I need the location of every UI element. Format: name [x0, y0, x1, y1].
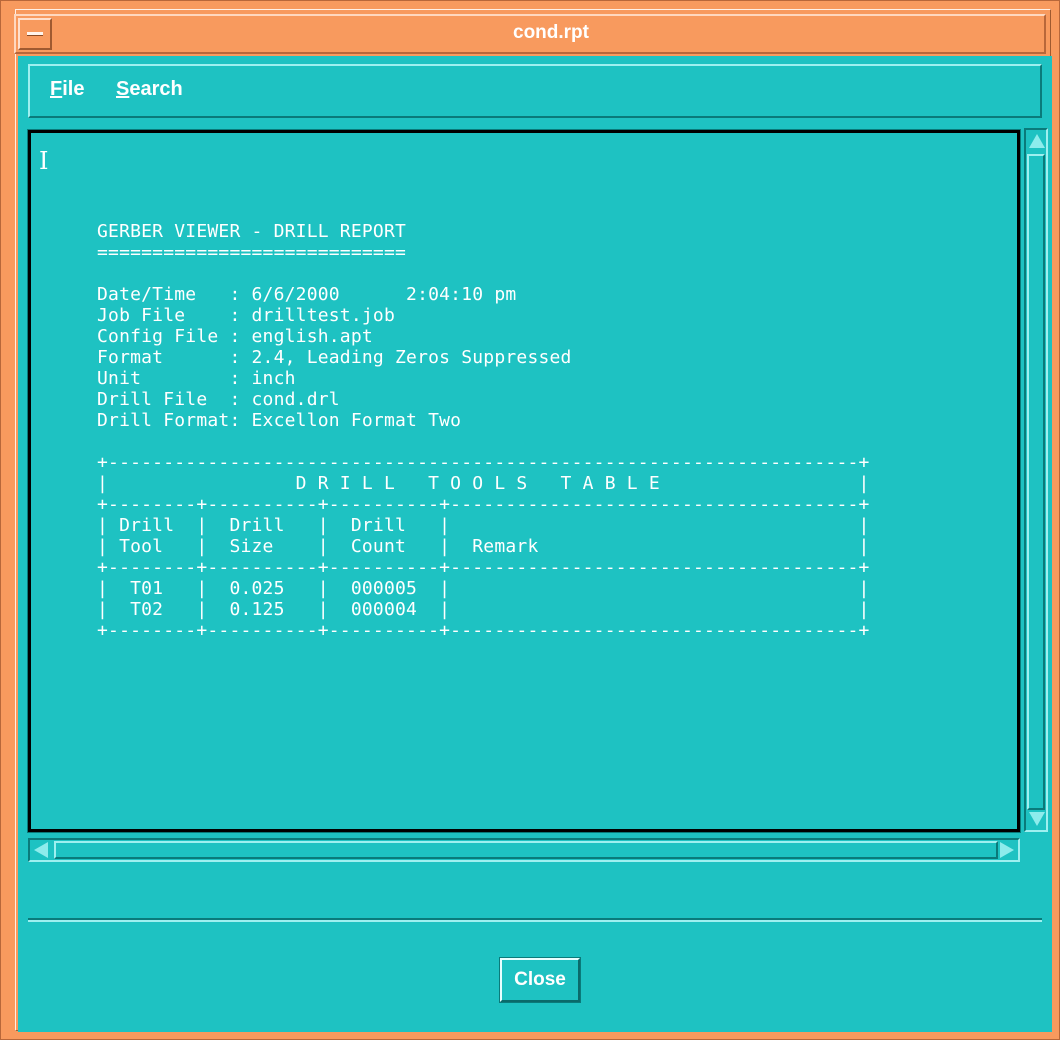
scroll-up-arrow-icon[interactable]: [1029, 134, 1045, 148]
menu-file-label: ile: [62, 78, 85, 100]
close-button[interactable]: Close: [499, 957, 581, 1003]
window-menu-icon: [27, 32, 43, 36]
report-line: +--------+----------+----------+--------…: [97, 620, 870, 641]
menu-file[interactable]: File: [50, 76, 84, 102]
report-line: Job File : drilltest.job: [97, 305, 395, 326]
window-menu-button[interactable]: [18, 18, 52, 50]
report-line: +--------+----------+----------+--------…: [97, 494, 870, 515]
report-line: | D R I L L T O O L S T A B L E |: [97, 473, 870, 494]
report-line: | Drill | Drill | Drill | |: [97, 515, 870, 536]
report-content: GERBER VIEWER - DRILL REPORT ============…: [97, 221, 870, 641]
report-line: Drill File : cond.drl: [97, 389, 340, 410]
menu-search-mnemonic: S: [116, 78, 130, 100]
report-line: Unit : inch: [97, 368, 296, 389]
report-line: [97, 263, 870, 284]
window-title: cond.rpt: [513, 22, 589, 43]
menu-search-label: earch: [129, 78, 183, 100]
horizontal-scrollbar[interactable]: [28, 838, 1020, 862]
text-cursor-icon: I: [39, 147, 49, 175]
menu-file-mnemonic: F: [50, 78, 63, 100]
report-line: Drill Format: Excellon Format Two: [97, 410, 462, 431]
report-text-area[interactable]: I GERBER VIEWER - DRILL REPORT ==========…: [28, 130, 1020, 832]
report-line: Config File : english.apt: [97, 326, 373, 347]
horizontal-scroll-thumb[interactable]: [54, 841, 998, 859]
report-line: ============================: [97, 242, 407, 263]
client-area: File Search I GERBER VIEWER - DRILL REPO…: [18, 56, 1052, 1032]
report-line: Date/Time : 6/6/2000 2:04:10 pm: [97, 284, 517, 305]
vertical-scroll-thumb[interactable]: [1027, 154, 1045, 810]
report-line: | T01 | 0.025 | 000005 | |: [97, 578, 870, 599]
scroll-down-arrow-icon[interactable]: [1029, 812, 1045, 826]
report-line: | T02 | 0.125 | 000004 | |: [97, 599, 870, 620]
report-line: | Tool | Size | Count | Remark |: [97, 536, 870, 557]
report-line: Format : 2.4, Leading Zeros Suppressed: [97, 347, 572, 368]
report-line: [97, 431, 870, 452]
menu-search[interactable]: Search: [116, 76, 183, 102]
vertical-scrollbar[interactable]: [1024, 128, 1048, 832]
scroll-left-arrow-icon[interactable]: [34, 842, 48, 858]
report-line: +---------------------------------------…: [97, 452, 870, 473]
separator: [28, 918, 1042, 922]
report-line: GERBER VIEWER - DRILL REPORT: [97, 221, 407, 242]
menu-bar: File Search: [28, 64, 1042, 118]
scroll-right-arrow-icon[interactable]: [1000, 842, 1014, 858]
report-line: +--------+----------+----------+--------…: [97, 557, 870, 578]
